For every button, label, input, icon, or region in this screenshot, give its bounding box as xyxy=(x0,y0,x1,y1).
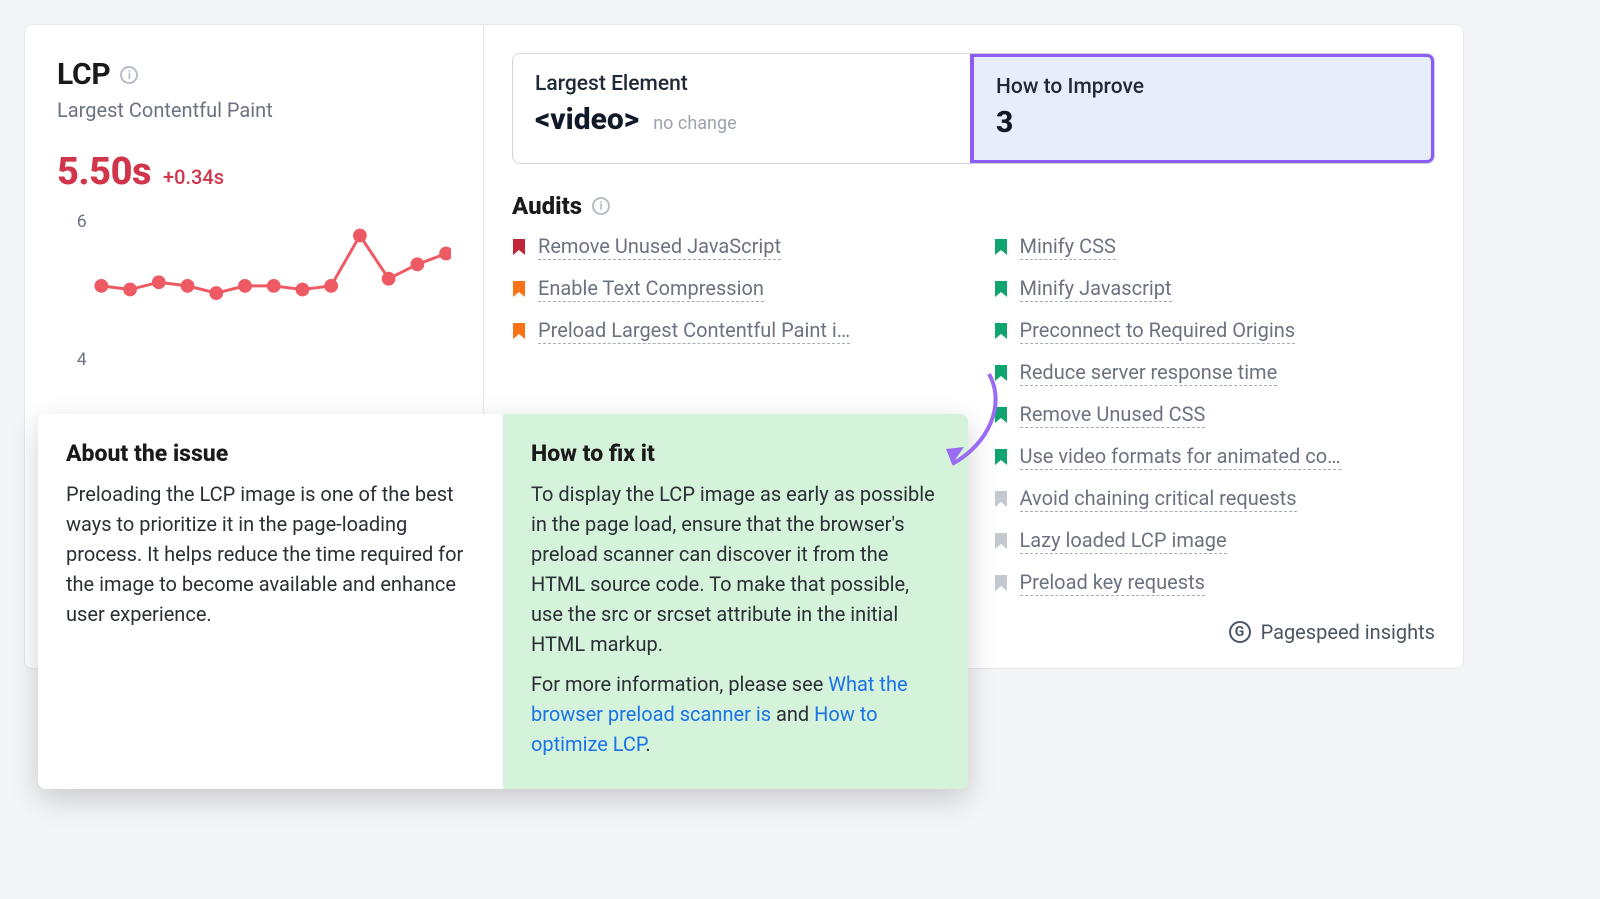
card-label: How to Improve xyxy=(996,75,1409,99)
audit-col-right: Minify CSS Minify Javascript Preconnect to… xyxy=(994,234,1436,596)
bookmark-icon xyxy=(512,280,526,298)
bookmark-icon xyxy=(512,322,526,340)
audit-link[interactable]: Preconnect to Required Origins xyxy=(1020,318,1296,344)
bookmark-icon xyxy=(994,490,1008,508)
bookmark-icon xyxy=(994,322,1008,340)
bookmark-icon xyxy=(994,406,1008,424)
audit-item[interactable]: Minify CSS xyxy=(994,234,1436,260)
audit-item[interactable]: Preload key requests xyxy=(994,570,1436,596)
card-largest-element[interactable]: Largest Element <video> no change xyxy=(513,54,970,163)
bookmark-icon xyxy=(512,238,526,256)
audit-item[interactable]: Remove Unused JavaScript xyxy=(512,234,954,260)
audit-link[interactable]: Minify Javascript xyxy=(1020,276,1172,302)
google-icon: G xyxy=(1229,621,1251,643)
y-tick-6: 6 xyxy=(77,212,87,232)
info-icon[interactable]: i xyxy=(592,197,610,215)
audit-item[interactable]: Remove Unused CSS xyxy=(994,402,1436,428)
bookmark-icon xyxy=(994,238,1008,256)
bookmark-icon xyxy=(994,364,1008,382)
y-tick-4: 4 xyxy=(77,350,87,370)
audit-item[interactable]: Minify Javascript xyxy=(994,276,1436,302)
card-value: 3 xyxy=(996,105,1013,140)
lcp-title: LCP xyxy=(57,57,110,92)
audit-link[interactable]: Remove Unused CSS xyxy=(1020,402,1206,428)
audits-header: Audits i xyxy=(512,192,1435,220)
audit-link[interactable]: Avoid chaining critical requests xyxy=(1020,486,1297,512)
card-how-to-improve[interactable]: How to Improve 3 xyxy=(970,53,1435,164)
lcp-value: 5.50s xyxy=(57,150,151,194)
audit-item[interactable]: Enable Text Compression xyxy=(512,276,954,302)
bookmark-icon xyxy=(994,280,1008,298)
audit-link[interactable]: Minify CSS xyxy=(1020,234,1116,260)
audit-item[interactable]: Lazy loaded LCP image xyxy=(994,528,1436,554)
audit-item[interactable]: Preconnect to Required Origins xyxy=(994,318,1436,344)
audits-title: Audits xyxy=(512,192,582,220)
audit-link[interactable]: Enable Text Compression xyxy=(538,276,764,302)
card-sub: no change xyxy=(653,113,736,134)
fix-title: How to fix it xyxy=(531,440,940,467)
lcp-delta: +0.34s xyxy=(163,165,224,189)
audit-item[interactable]: Avoid chaining critical requests xyxy=(994,486,1436,512)
about-body: Preloading the LCP image is one of the b… xyxy=(66,479,475,629)
audit-link[interactable]: Lazy loaded LCP image xyxy=(1020,528,1227,554)
audit-link[interactable]: Use video formats for animated co… xyxy=(1020,444,1341,470)
bookmark-icon xyxy=(994,532,1008,550)
about-title: About the issue xyxy=(66,440,475,467)
lcp-value-row: 5.50s +0.34s xyxy=(57,150,451,194)
popover-fix: How to fix it To display the LCP image a… xyxy=(503,414,968,789)
card-label: Largest Element xyxy=(535,72,948,96)
card-value: <video> xyxy=(535,102,639,137)
footer-label: Pagespeed insights xyxy=(1261,620,1435,644)
top-cards: Largest Element <video> no change How to… xyxy=(512,53,1435,164)
lcp-subtitle: Largest Contentful Paint xyxy=(57,98,451,122)
audit-link[interactable]: Remove Unused JavaScript xyxy=(538,234,781,260)
fix-body-1: To display the LCP image as early as pos… xyxy=(531,479,940,659)
issue-popover: About the issue Preloading the LCP image… xyxy=(38,414,968,789)
audit-link[interactable]: Preload key requests xyxy=(1020,570,1205,596)
lcp-trend-chart: 6 4 xyxy=(57,208,451,388)
bookmark-icon xyxy=(994,574,1008,592)
lcp-header: LCP i xyxy=(57,57,451,92)
audit-link[interactable]: Reduce server response time xyxy=(1020,360,1278,386)
lcp-dashboard: LCP i Largest Contentful Paint 5.50s +0.… xyxy=(24,24,1464,669)
bookmark-icon xyxy=(994,448,1008,466)
audit-item[interactable]: Use video formats for animated co… xyxy=(994,444,1436,470)
audit-link[interactable]: Preload Largest Contentful Paint i… xyxy=(538,318,850,344)
audit-item[interactable]: Reduce server response time xyxy=(994,360,1436,386)
audit-item[interactable]: Preload Largest Contentful Paint i… xyxy=(512,318,954,344)
fix-body-2: For more information, please see What th… xyxy=(531,669,940,759)
info-icon[interactable]: i xyxy=(120,66,138,84)
popover-about: About the issue Preloading the LCP image… xyxy=(38,414,503,789)
